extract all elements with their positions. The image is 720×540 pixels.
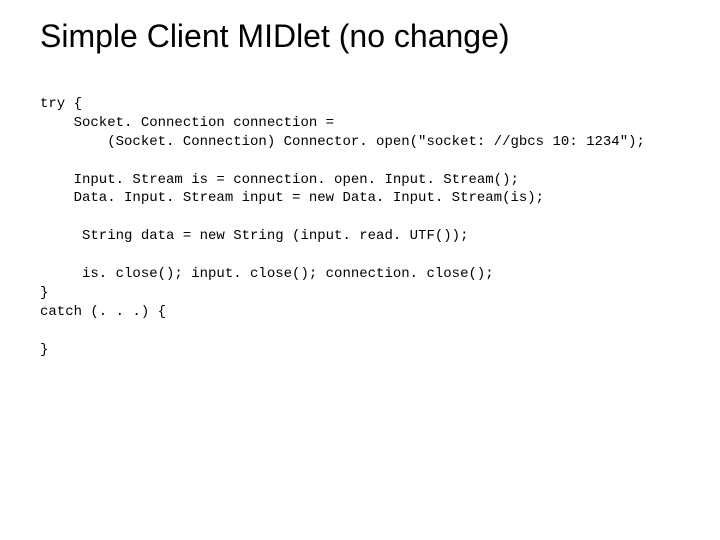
code-line: String data = new String (input. read. U… (40, 228, 468, 244)
code-line: is. close(); input. close(); connection.… (40, 266, 494, 282)
code-block: try { Socket. Connection connection = (S… (0, 55, 720, 359)
code-line: Input. Stream is = connection. open. Inp… (40, 172, 519, 188)
code-line: try { (40, 96, 82, 112)
code-line: Socket. Connection connection = (40, 115, 334, 131)
code-line: catch (. . .) { (40, 304, 166, 320)
code-line: (Socket. Connection) Connector. open("so… (40, 134, 645, 150)
slide: Simple Client MIDlet (no change) try { S… (0, 0, 720, 540)
slide-title: Simple Client MIDlet (no change) (0, 0, 720, 55)
code-line: } (40, 285, 48, 301)
code-line: } (40, 342, 48, 358)
code-line: Data. Input. Stream input = new Data. In… (40, 190, 544, 206)
